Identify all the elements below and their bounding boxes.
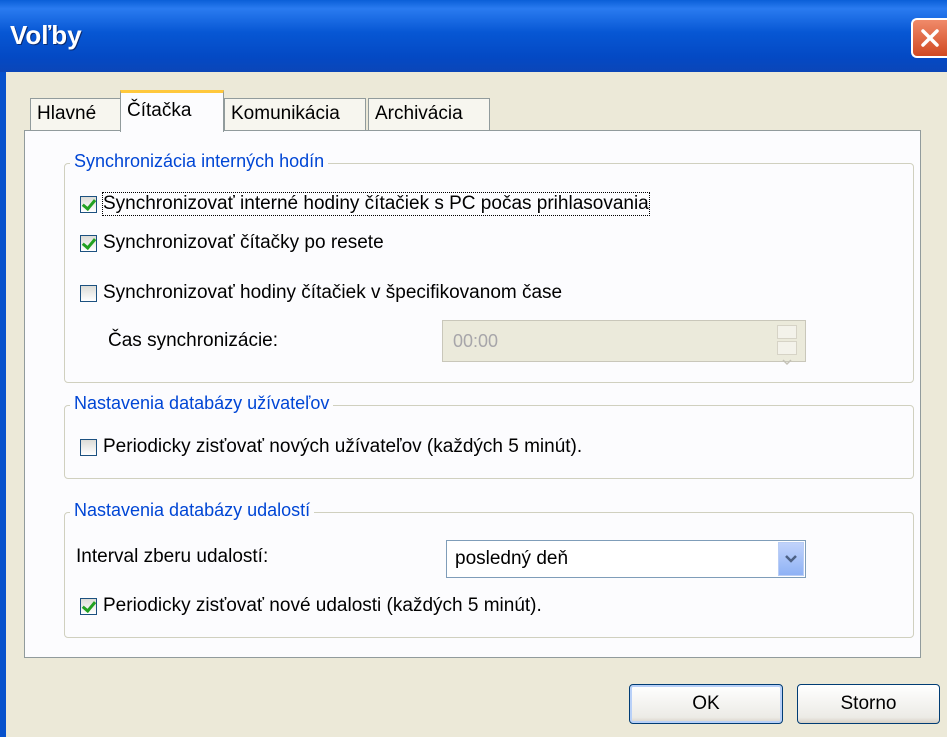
interval-dropdown-button[interactable] — [778, 542, 804, 576]
spin-up-icon[interactable] — [777, 325, 797, 349]
sync-reset-row[interactable]: Synchronizovať čítačky po resete — [80, 232, 384, 254]
sync-time-value: 00:00 — [453, 331, 499, 351]
sync-time-field-label: Čas synchronizácie: — [108, 330, 279, 351]
events-group-legend: Nastavenia databázy udalostí — [70, 500, 315, 521]
interval-value: posledný deň — [455, 548, 569, 569]
tab-citacka[interactable]: Čítačka — [120, 90, 224, 132]
cancel-button[interactable]: Storno — [797, 684, 940, 724]
sync-group-legend: Synchronizácia interných hodín — [70, 151, 329, 172]
close-button[interactable] — [911, 18, 947, 58]
events-periodic-label: Periodicky zisťovať nové udalosti (každý… — [103, 595, 542, 616]
users-periodic-row[interactable]: Periodicky zisťovať nových užívateľov (k… — [80, 436, 582, 458]
events-periodic-checkbox[interactable] — [80, 597, 97, 615]
tab-hlavne[interactable]: Hlavné — [30, 98, 122, 130]
title-bar[interactable]: Voľby — [0, 0, 947, 72]
tab-archivacia[interactable]: Archivácia — [368, 98, 490, 130]
sync-reset-label: Synchronizovať čítačky po resete — [103, 232, 384, 253]
tab-komunikacia[interactable]: Komunikácia — [224, 98, 366, 130]
interval-select[interactable]: posledný deň — [446, 540, 806, 578]
sync-login-checkbox[interactable] — [80, 195, 97, 213]
chevron-down-icon — [785, 555, 797, 563]
spin-down-icon[interactable] — [777, 341, 797, 366]
interval-label: Interval zberu udalostí: — [76, 546, 269, 567]
sync-login-label: Synchronizovať interné hodiny čítačiek s… — [102, 192, 650, 216]
ok-button[interactable]: OK — [629, 684, 783, 724]
sync-time-checkbox[interactable] — [80, 284, 97, 302]
sync-login-row[interactable]: Synchronizovať interné hodiny čítačiek s… — [80, 192, 650, 216]
users-group-legend: Nastavenia databázy užívateľov — [70, 393, 334, 414]
users-periodic-label: Periodicky zisťovať nových užívateľov (k… — [103, 436, 583, 457]
sync-time-input[interactable]: 00:00 — [442, 320, 806, 366]
events-periodic-row[interactable]: Periodicky zisťovať nové udalosti (každý… — [80, 595, 542, 617]
close-icon — [921, 29, 939, 47]
sync-time-row[interactable]: Synchronizovať hodiny čítačiek v špecifi… — [80, 282, 562, 304]
users-periodic-checkbox[interactable] — [80, 438, 97, 456]
time-spinner[interactable] — [777, 325, 799, 366]
window-left-border — [0, 72, 6, 737]
window-title: Voľby — [10, 20, 82, 50]
sync-reset-checkbox[interactable] — [80, 234, 97, 252]
sync-time-label: Synchronizovať hodiny čítačiek v špecifi… — [103, 282, 563, 303]
